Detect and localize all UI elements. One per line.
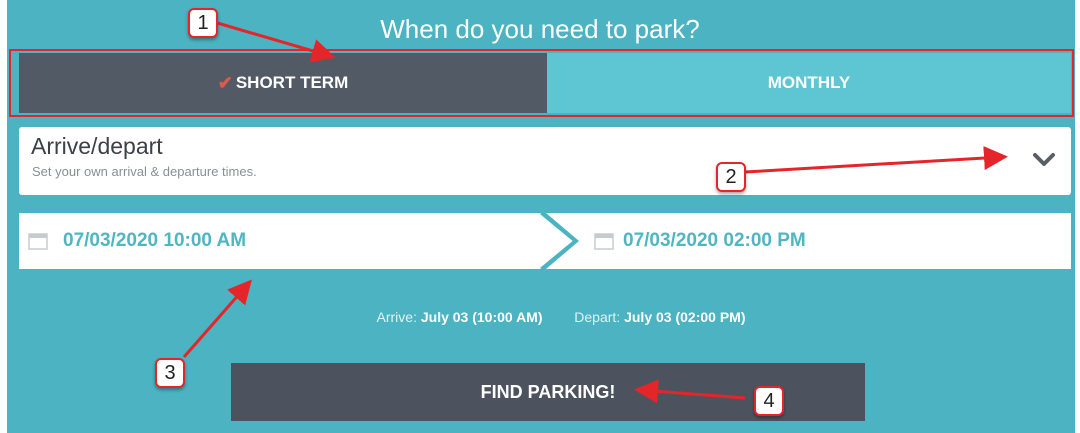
depart-date-field[interactable]: 07/03/2020 02:00 PM bbox=[594, 213, 806, 269]
arrive-summary-label: Arrive: bbox=[376, 309, 417, 325]
chevron-down-icon[interactable] bbox=[1029, 145, 1059, 175]
depart-summary-label: Depart: bbox=[574, 309, 621, 325]
tab-monthly[interactable]: MONTHLY bbox=[547, 53, 1071, 113]
date-range: 07/03/2020 10:00 AM 07/03/2020 02:00 PM bbox=[19, 213, 1071, 269]
annotation-badge-1: 1 bbox=[188, 8, 218, 38]
calendar-icon bbox=[594, 233, 614, 250]
arrive-depart-subtitle: Set your own arrival & departure times. bbox=[32, 164, 257, 179]
annotation-badge-2: 2 bbox=[716, 162, 746, 192]
depart-summary-value: July 03 (02:00 PM) bbox=[624, 309, 746, 325]
annotation-badge-4: 4 bbox=[754, 386, 784, 416]
calendar-icon bbox=[28, 233, 48, 250]
arrive-depart-dropdown[interactable]: Arrive/depart Set your own arrival & dep… bbox=[19, 127, 1071, 195]
check-icon: ✔ bbox=[217, 72, 233, 93]
arrive-date-field[interactable]: 07/03/2020 10:00 AM bbox=[28, 213, 246, 269]
tab-short-term[interactable]: ✔ SHORT TERM bbox=[19, 53, 547, 113]
tab-monthly-label: MONTHLY bbox=[767, 73, 851, 92]
arrive-depart-title: Arrive/depart bbox=[31, 133, 163, 159]
tab-short-term-label: SHORT TERM bbox=[235, 73, 349, 92]
arrive-summary-value: July 03 (10:00 AM) bbox=[420, 309, 543, 325]
time-summary: Arrive: July 03 (10:00 AM) Depart: July … bbox=[0, 309, 1080, 325]
arrive-date-value: 07/03/2020 10:00 AM bbox=[63, 230, 247, 251]
annotation-badge-3: 3 bbox=[155, 358, 185, 388]
page-title: When do you need to park? bbox=[380, 14, 700, 44]
depart-date-value: 07/03/2020 02:00 PM bbox=[623, 230, 806, 251]
